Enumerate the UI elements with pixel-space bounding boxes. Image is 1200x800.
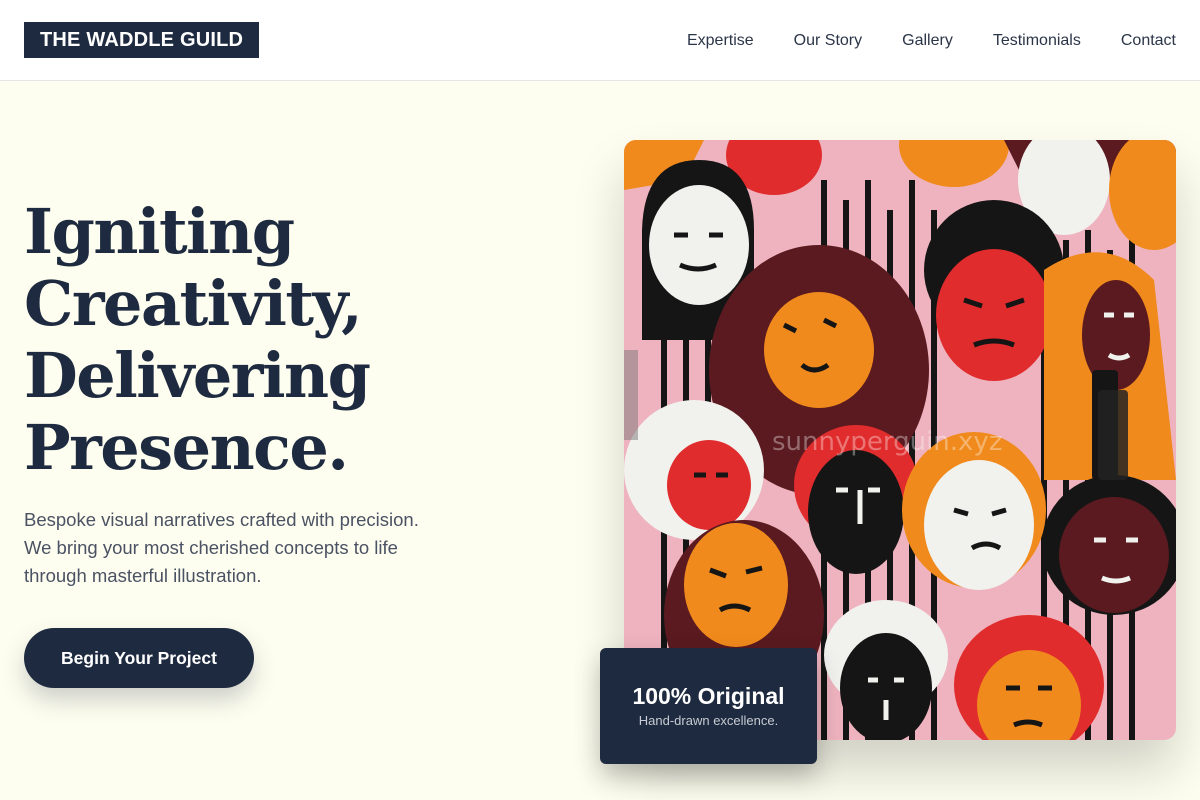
hero-title-line: Delivering bbox=[24, 339, 371, 412]
originality-badge: 100% Original Hand-drawn excellence. bbox=[600, 648, 817, 764]
artwork-watermark: sunnyperguin.xyz bbox=[772, 427, 1002, 457]
hero-title-line: Creativity, bbox=[24, 267, 363, 340]
hero-title-line: Igniting bbox=[24, 195, 295, 268]
nav-link-expertise[interactable]: Expertise bbox=[687, 32, 754, 50]
nav-link-gallery[interactable]: Gallery bbox=[902, 32, 953, 50]
hero-subtitle: Bespoke visual narratives crafted with p… bbox=[24, 506, 464, 590]
hero-title-line: Presence. bbox=[24, 411, 349, 484]
hero-subtitle-line: through masterful illustration. bbox=[24, 565, 262, 586]
badge-title: 100% Original bbox=[632, 683, 785, 709]
hero-title: Igniting Creativity, Delivering Presence… bbox=[24, 196, 544, 484]
begin-project-button[interactable]: Begin Your Project bbox=[24, 628, 254, 688]
badge-subtitle: Hand-drawn excellence. bbox=[638, 713, 779, 728]
nav-link-contact[interactable]: Contact bbox=[1121, 32, 1176, 50]
site-header: THE WADDLE GUILD Expertise Our Story Gal… bbox=[0, 0, 1200, 81]
hero-subtitle-line: We bring your most cherished concepts to… bbox=[24, 537, 398, 558]
nav-link-our-story[interactable]: Our Story bbox=[794, 32, 862, 50]
hero-subtitle-line: Bespoke visual narratives crafted with p… bbox=[24, 509, 419, 530]
nav-link-testimonials[interactable]: Testimonials bbox=[993, 32, 1081, 50]
brand-logo[interactable]: THE WADDLE GUILD bbox=[24, 22, 260, 58]
main-nav: Expertise Our Story Gallery Testimonials… bbox=[687, 0, 1176, 81]
